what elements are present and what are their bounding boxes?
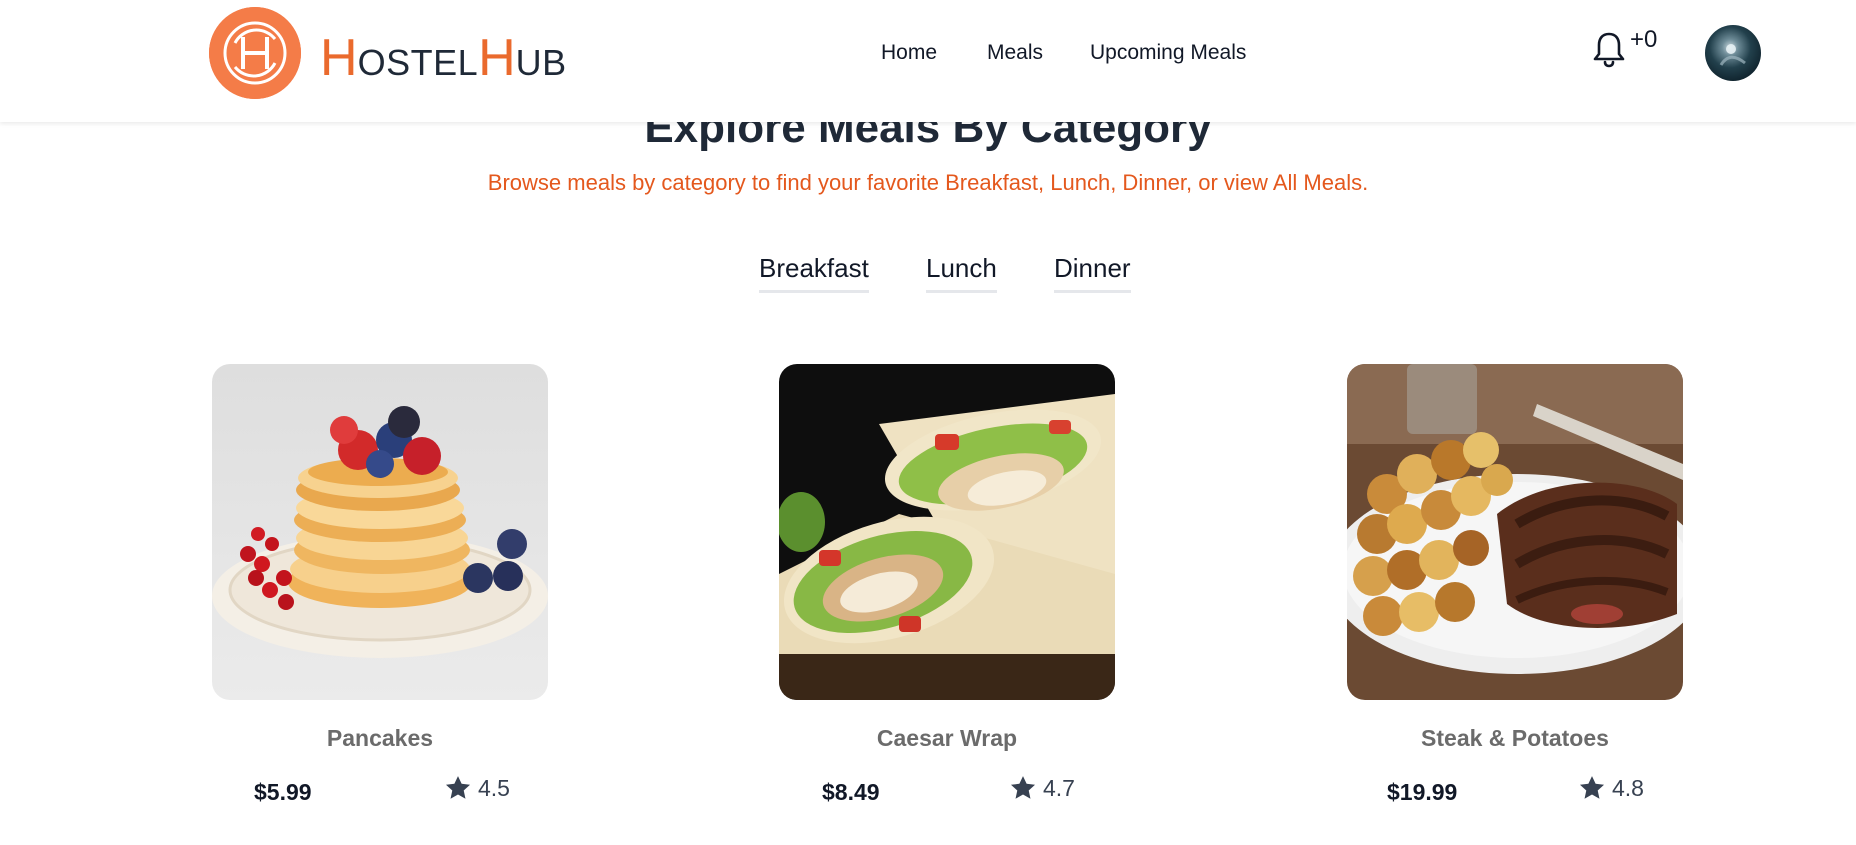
tab-dinner[interactable]: Dinner — [1054, 252, 1131, 293]
nav-meals-link[interactable]: Meals — [987, 40, 1043, 66]
meal-name: Steak & Potatoes — [1421, 725, 1609, 751]
meal-price: $19.99 — [1387, 779, 1458, 805]
meal-rating-value: 4.7 — [1043, 775, 1075, 801]
logo-mark — [209, 7, 301, 99]
brand-text-ostel: OSTEL — [357, 42, 479, 83]
pancakes-photo[interactable] — [212, 364, 548, 700]
meal-rating: 4.5 — [444, 774, 510, 802]
meal-name: Caesar Wrap — [876, 725, 1018, 751]
meal-rating: 4.7 — [1009, 774, 1075, 802]
meal-price: $5.99 — [254, 779, 312, 805]
star-icon — [1579, 776, 1605, 799]
meal-price: $8.49 — [822, 779, 880, 805]
brand-letter-h1: H — [320, 29, 358, 87]
meal-name: Pancakes — [326, 725, 434, 751]
tab-lunch[interactable]: Lunch — [926, 252, 997, 293]
bell-icon[interactable] — [1592, 30, 1626, 68]
top-navbar: H OSTEL H UB Home Meals Upcoming Meals +… — [0, 0, 1856, 122]
meal-rating-value: 4.8 — [1612, 775, 1644, 801]
meal-card[interactable]: Pancakes $5.99 4.5 — [212, 364, 548, 824]
hostelhub-logo-icon[interactable] — [209, 7, 301, 99]
nav-upcoming-meals-link[interactable]: Upcoming Meals — [1090, 40, 1246, 66]
notification-count: +0 — [1630, 26, 1658, 53]
meal-rating: 4.8 — [1578, 774, 1644, 802]
steak-potatoes-photo[interactable] — [1347, 364, 1683, 700]
meal-card[interactable]: Caesar Wrap $8.49 4.7 — [779, 364, 1115, 824]
meal-rating-value: 4.5 — [478, 775, 510, 801]
brand-letter-h2: H — [478, 29, 516, 87]
nav-home-link[interactable]: Home — [881, 40, 937, 66]
category-tabs: Breakfast Lunch Dinner — [0, 252, 1856, 293]
star-icon — [1010, 776, 1036, 799]
brand-name[interactable]: H OSTEL H UB — [320, 28, 567, 88]
user-avatar[interactable] — [1705, 25, 1761, 81]
meal-card[interactable]: Steak & Potatoes $19.99 4.8 — [1347, 364, 1683, 824]
section-subtitle: Browse meals by category to find your fa… — [487, 170, 1369, 195]
brand-text-ub: UB — [515, 42, 567, 83]
star-icon — [445, 776, 471, 799]
tab-breakfast[interactable]: Breakfast — [759, 252, 869, 293]
caesar-wrap-photo[interactable] — [779, 364, 1115, 700]
